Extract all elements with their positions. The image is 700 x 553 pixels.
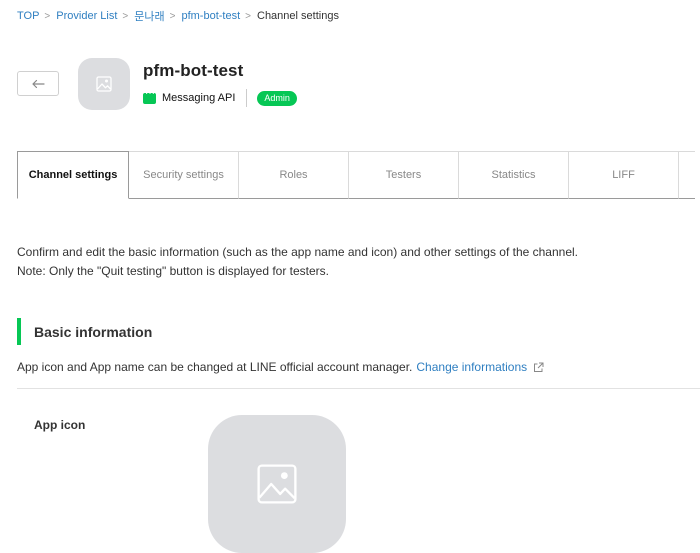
breadcrumb-current: Channel settings <box>257 10 339 22</box>
chevron-right-icon: > <box>245 10 251 22</box>
breadcrumb-top[interactable]: TOP <box>17 10 39 22</box>
tab-security-settings[interactable]: Security settings <box>129 151 239 199</box>
description-line-2: Note: Only the "Quit testing" button is … <box>17 264 330 278</box>
section-title: Basic information <box>34 324 153 340</box>
channel-name: pfm-bot-test <box>143 61 244 80</box>
breadcrumb-provider-list[interactable]: Provider List <box>56 10 117 22</box>
tab-roles[interactable]: Roles <box>239 151 349 199</box>
tab-testers[interactable]: Testers <box>349 151 459 199</box>
chevron-right-icon: > <box>44 10 51 22</box>
section-description: App icon and App name can be changed at … <box>17 360 544 374</box>
image-placeholder-icon <box>257 464 297 504</box>
channel-meta: Messaging API Admin <box>143 88 297 107</box>
chevron-right-icon: > <box>122 10 129 22</box>
divider <box>17 388 700 389</box>
external-link-icon <box>534 362 544 372</box>
channel-type: Messaging API <box>162 92 236 104</box>
app-icon-placeholder <box>208 415 346 553</box>
change-informations-label: Change informations <box>416 360 528 374</box>
image-placeholder-icon <box>96 76 112 92</box>
section-accent-bar <box>17 318 21 345</box>
tab-overflow <box>679 151 695 199</box>
tab-liff[interactable]: LIFF <box>569 151 679 199</box>
section-description-text: App icon and App name can be changed at … <box>17 360 413 374</box>
breadcrumb: TOP > Provider List > 문나래 > pfm-bot-test… <box>17 8 339 24</box>
divider <box>246 89 248 107</box>
change-informations-link[interactable]: Change informations <box>416 360 544 374</box>
back-arrow-icon <box>32 79 45 88</box>
tab-channel-settings[interactable]: Channel settings <box>17 151 129 199</box>
role-badge: Admin <box>257 90 297 106</box>
channel-icon <box>78 58 130 110</box>
breadcrumb-channel[interactable]: pfm-bot-test <box>181 10 240 22</box>
app-icon-label: App icon <box>34 418 86 432</box>
chevron-right-icon: > <box>169 10 176 22</box>
tab-statistics[interactable]: Statistics <box>459 151 569 199</box>
breadcrumb-provider[interactable]: 문나래 <box>134 8 164 24</box>
back-button[interactable] <box>17 71 59 96</box>
page-description: Confirm and edit the basic information (… <box>17 243 578 281</box>
tab-bar: Channel settings Security settings Roles… <box>17 151 695 199</box>
description-line-1: Confirm and edit the basic information (… <box>17 245 578 259</box>
chat-bubble-icon <box>143 88 156 104</box>
